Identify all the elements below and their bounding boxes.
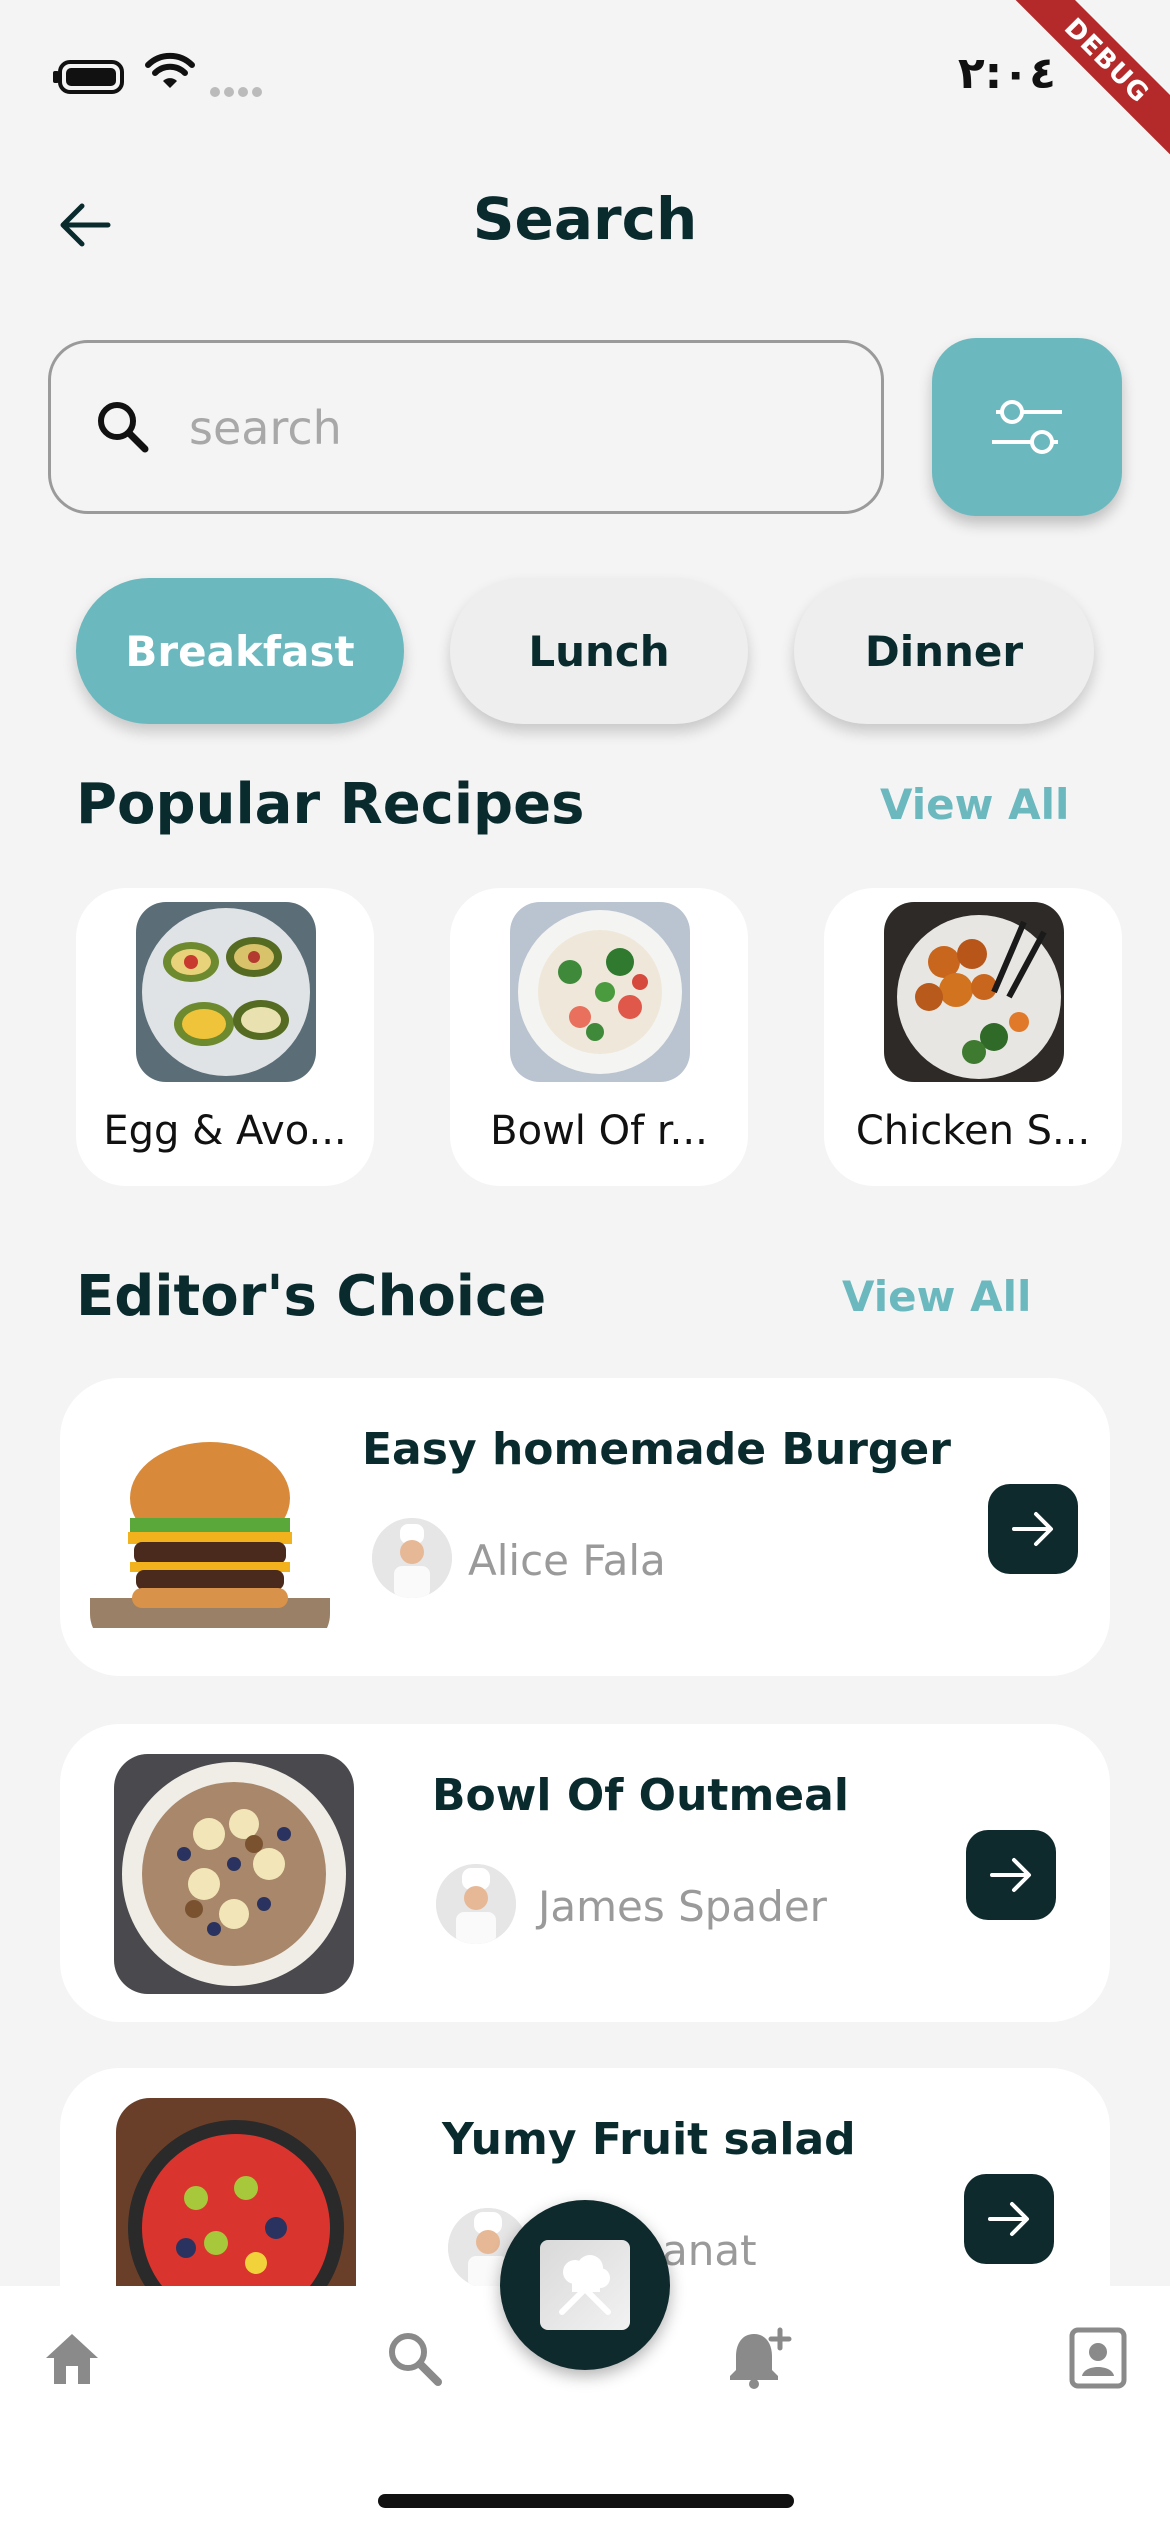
popular-card[interactable]: Egg & Avo... [76,888,374,1186]
avatar [372,1518,452,1598]
arrow-right-icon [988,2202,1029,2236]
battery-icon [58,60,124,94]
popular-card[interactable]: Chicken S... [824,888,1122,1186]
wifi-icon [145,52,195,88]
filter-icon [992,400,1062,454]
recipe-image [90,1408,330,1648]
editors-view-all[interactable]: View All [842,1272,1031,1321]
chef-fab-button[interactable] [500,2200,670,2370]
editor-card[interactable]: Bowl Of Outmeal James Spader [60,1724,1110,2022]
popular-view-all[interactable]: View All [880,780,1069,829]
open-recipe-button[interactable] [988,1484,1078,1574]
chip-dinner[interactable]: Dinner [794,578,1094,724]
filter-button[interactable] [932,338,1122,516]
recipe-title: Easy homemade Burger [362,1424,951,1475]
chef-icon [540,2240,630,2330]
recipe-title: Yumy Fruit salad [442,2114,856,2165]
home-indicator [378,2494,794,2508]
recipe-image [114,1754,354,1994]
search-field[interactable] [48,340,884,514]
arrow-right-icon [990,1858,1031,1892]
status-time: ٢:٠٤ [957,48,1056,99]
arrow-right-icon [1012,1512,1053,1546]
editor-card[interactable]: Easy homemade Burger Alice Fala [60,1378,1110,1676]
signal-icon [210,82,266,97]
notification-add-icon[interactable] [724,2326,794,2390]
author-name: Alice Fala [468,1536,666,1585]
recipe-image [884,902,1064,1082]
popular-recipes-title: Popular Recipes [76,772,585,837]
open-recipe-button[interactable] [964,2174,1054,2264]
chip-breakfast[interactable]: Breakfast [76,578,404,724]
search-input[interactable] [187,387,831,469]
editors-choice-title: Editor's Choice [76,1264,547,1329]
page-title: Search [472,185,698,253]
search-icon [98,402,149,453]
profile-icon[interactable] [1066,2326,1130,2390]
recipe-image [136,902,316,1082]
author-name: James Spader [538,1882,827,1931]
avatar [436,1864,516,1944]
home-icon[interactable] [40,2326,104,2390]
search-icon[interactable] [382,2326,446,2390]
recipe-label: Chicken S... [855,1108,1091,1154]
author-name: anat [662,2226,757,2275]
status-bar: ٢:٠٤ [0,40,1170,110]
recipe-label: Bowl Of r... [490,1108,708,1154]
recipe-title: Bowl Of Outmeal [432,1770,849,1821]
recipe-label: Egg & Avo... [103,1108,347,1154]
chip-lunch[interactable]: Lunch [450,578,748,724]
recipe-image [510,902,690,1082]
popular-card[interactable]: Bowl Of r... [450,888,748,1186]
open-recipe-button[interactable] [966,1830,1056,1920]
